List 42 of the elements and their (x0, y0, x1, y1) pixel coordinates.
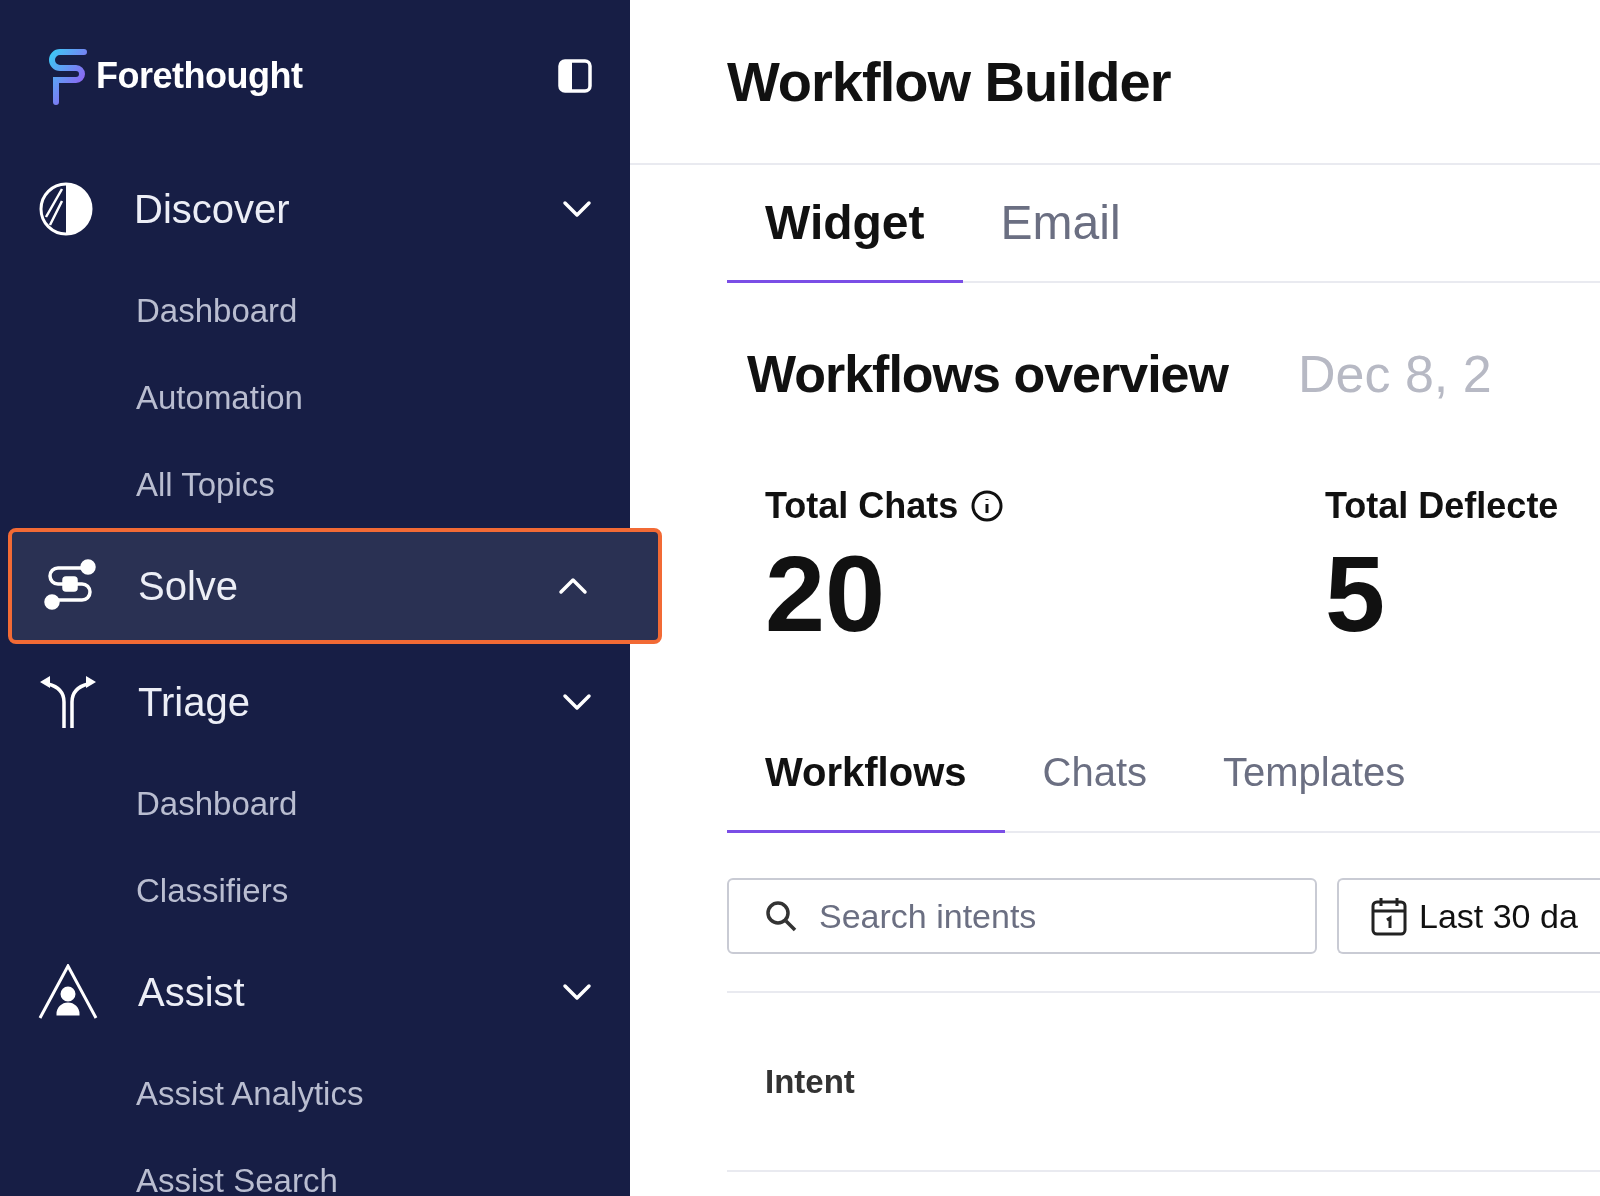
tab[interactable]: Email (962, 165, 1159, 283)
column-header[interactable]: Intent (727, 993, 1600, 1172)
date-range-button[interactable]: Last 30 da (1337, 878, 1600, 954)
split-arrow-icon (38, 674, 98, 730)
section-label: Triage (138, 679, 251, 725)
section-label: Discover (134, 186, 291, 232)
date-text: Dec 8, 2 (1298, 344, 1492, 404)
calendar-icon (1371, 896, 1407, 936)
tab[interactable]: Templates (1185, 715, 1444, 833)
chevron-icon[interactable] (558, 577, 588, 595)
sidebar-item[interactable]: Assist Analytics (0, 1050, 630, 1137)
stat-label: Total Deflecte (1325, 485, 1559, 527)
info-icon[interactable] (970, 489, 1005, 523)
sidebar-item[interactable]: All Topics (0, 441, 630, 528)
sidebar-item[interactable]: Automation (0, 354, 630, 441)
tab[interactable]: Workflows (727, 715, 1005, 833)
tab[interactable]: Chats (1004, 715, 1185, 833)
search-box[interactable]: Search intents (727, 878, 1317, 954)
pie-chart-icon (38, 181, 94, 237)
sidebar-item[interactable]: Dashboard (0, 267, 630, 354)
page-title: Workflow Builder (727, 49, 1171, 114)
tab[interactable]: Widget (727, 165, 963, 283)
sidebar-item[interactable]: Assist Search (0, 1137, 630, 1196)
sidebar-section[interactable]: Discover (0, 151, 630, 267)
section-label: Solve (138, 563, 240, 609)
sidebar-item[interactable]: Classifiers (0, 847, 630, 934)
brand-name: Forethought (96, 54, 303, 97)
section-label: Assist (138, 969, 246, 1015)
search-icon (765, 900, 797, 932)
sidebar-section[interactable]: Triage (0, 644, 630, 760)
stat-label: Total Chats (765, 485, 959, 527)
stat-value: 5 (1325, 537, 1387, 651)
stat-value: 20 (765, 537, 887, 651)
sidebar-section[interactable]: Solve (8, 528, 662, 644)
person-icon (38, 964, 98, 1020)
section-title: Workflows overview (747, 344, 1228, 404)
sidebar-item[interactable]: Dashboard (0, 760, 630, 847)
chevron-icon[interactable] (562, 200, 592, 218)
chevron-icon[interactable] (562, 983, 592, 1001)
sidebar-toggle-icon[interactable] (558, 58, 592, 93)
chevron-icon[interactable] (562, 693, 592, 711)
sidebar-section[interactable]: Assist (0, 934, 630, 1050)
